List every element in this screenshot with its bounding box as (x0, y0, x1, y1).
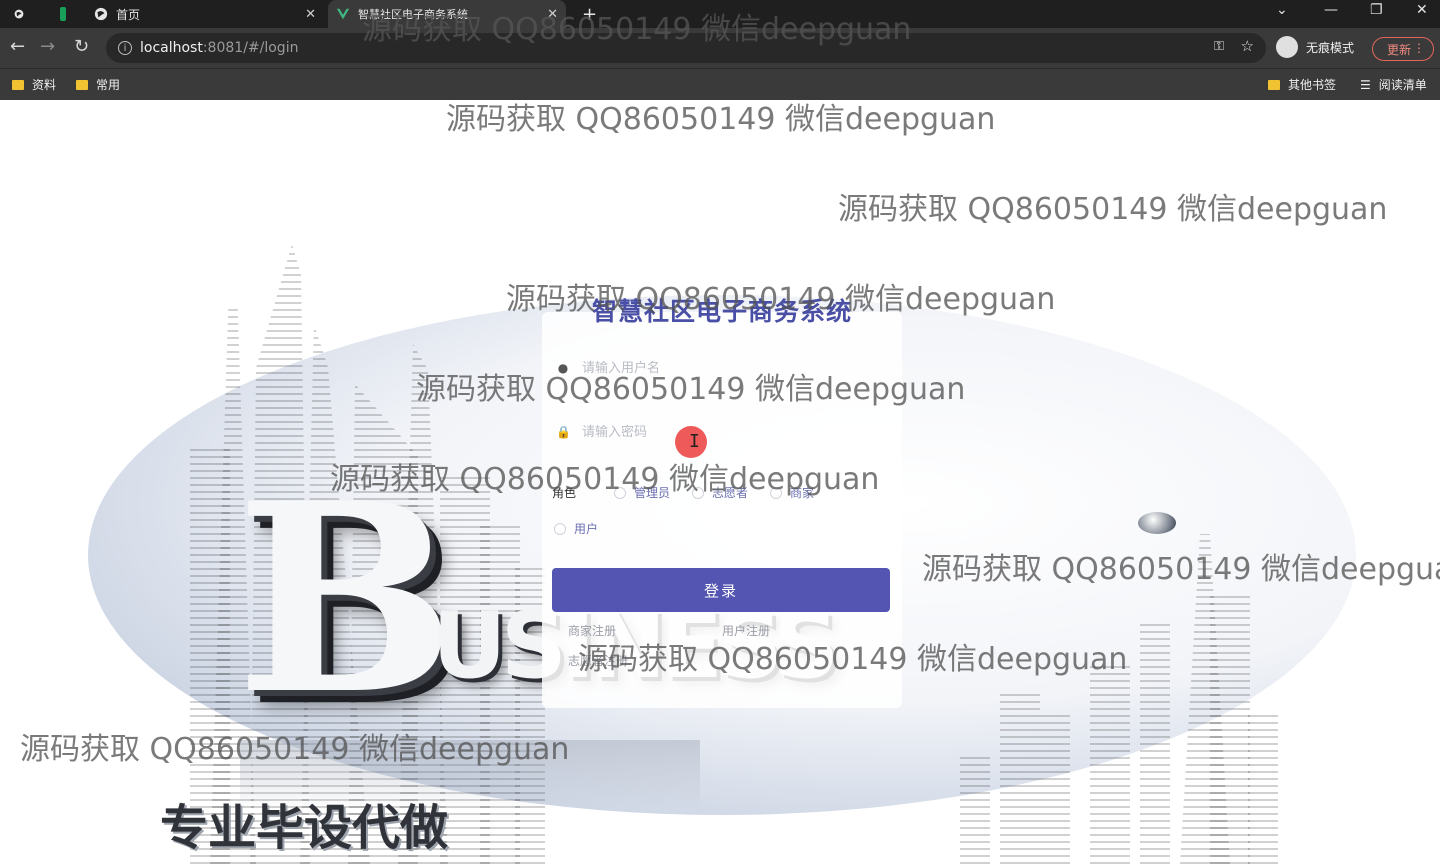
password-input[interactable] (580, 423, 864, 441)
role-option-volunteer[interactable]: 志愿者 (692, 484, 748, 501)
user-icon: ● (557, 361, 569, 375)
username-input[interactable] (580, 359, 864, 377)
url-path: :8081/#/login (202, 40, 299, 56)
forward-icon[interactable]: → (40, 36, 55, 57)
radio-icon (554, 522, 566, 535)
restore-button[interactable]: ❐ (1370, 2, 1383, 18)
volunteer-register-link[interactable]: 志愿者注册 (568, 652, 628, 669)
bookmark-label: 资料 (32, 78, 57, 92)
incognito-icon (1276, 36, 1298, 58)
radio-icon (692, 486, 704, 499)
reading-list-label: 阅读清单 (1378, 78, 1427, 92)
radio-icon (614, 486, 626, 499)
role-option-label: 志愿者 (712, 486, 749, 500)
role-option-label: 用户 (574, 522, 599, 536)
role-option-user[interactable]: 用户 (554, 520, 598, 537)
folder-icon (76, 79, 88, 90)
address-bar[interactable]: i localhost:8081/#/login ⚿ ☆ (106, 33, 1266, 63)
tab-label: 首页 (116, 7, 141, 22)
other-bookmarks[interactable]: 其他书签 (1268, 76, 1336, 93)
role-option-label: 商家 (790, 486, 815, 500)
close-icon[interactable]: ✕ (547, 7, 558, 22)
password-field[interactable]: 🔒 (556, 416, 886, 448)
info-icon[interactable]: i (118, 41, 132, 55)
reload-icon[interactable]: ↻ (74, 36, 89, 57)
new-tab-button[interactable]: + (574, 0, 602, 28)
browser-tab-bar: 首页 ✕ 智慧社区电子商务系统 ✕ + ⌄ — ❐ ✕ (0, 0, 1440, 28)
folder-icon (1268, 79, 1280, 90)
page-title: 智慧社区电子商务系统 (591, 297, 852, 326)
tab-home[interactable]: 首页 ✕ (86, 0, 324, 28)
role-label: 角色 (552, 486, 577, 500)
login-panel: 智慧社区电子商务系统 ● 🔒 角色 管理员 志愿者 商家 (542, 297, 902, 708)
role-option-merchant[interactable]: 商家 (770, 484, 814, 501)
close-window-button[interactable]: ✕ (1416, 2, 1428, 18)
incognito-indicator[interactable]: 无痕模式 (1276, 36, 1354, 58)
other-bookmarks-label: 其他书签 (1288, 78, 1337, 92)
key-icon[interactable]: ⚿ (1214, 39, 1224, 54)
text-cursor-icon: I (689, 431, 700, 452)
login-button[interactable]: 登录 (552, 568, 890, 612)
bookmark-label: 常用 (96, 78, 121, 92)
bookmark-folder[interactable]: 常用 (76, 76, 120, 93)
reading-list[interactable]: ☰ 阅读清单 (1360, 76, 1427, 93)
folder-icon (12, 79, 24, 90)
bookmarks-bar: 资料 常用 其他书签 ☰ 阅读清单 (0, 68, 1440, 100)
minimize-button[interactable]: — (1324, 2, 1338, 18)
globe-icon[interactable] (6, 0, 40, 28)
slogan-text: 专业毕设代做 (160, 800, 449, 856)
tab-login[interactable]: 智慧社区电子商务系统 ✕ (328, 0, 566, 28)
update-button[interactable]: 更新 ⋮ (1372, 37, 1434, 61)
role-option-label: 管理员 (634, 486, 671, 500)
merchant-register-link[interactable]: 商家注册 (568, 622, 616, 639)
lock-icon: 🔒 (556, 425, 571, 439)
vue-logo-icon (336, 8, 350, 20)
reading-list-icon: ☰ (1360, 77, 1371, 92)
back-icon[interactable]: ← (10, 36, 25, 57)
update-label: 更新 (1387, 42, 1412, 57)
incognito-label: 无痕模式 (1306, 40, 1355, 55)
login-page: B USINESS 专业毕设代做 智慧社区电子商务系统 ● 🔒 角色 管理员 志… (0, 100, 1440, 864)
url-host: localhost (140, 40, 203, 56)
more-menu-icon: ⋮ (1413, 41, 1425, 55)
role-option-admin[interactable]: 管理员 (614, 484, 670, 501)
bookmark-folder[interactable]: 资料 (12, 76, 56, 93)
business-letter-b: B (236, 447, 456, 752)
tab-label: 智慧社区电子商务系统 (358, 8, 468, 21)
globe-icon (94, 7, 108, 21)
user-register-link[interactable]: 用户注册 (722, 622, 770, 639)
radio-icon (770, 486, 782, 499)
chevron-down-icon[interactable]: ⌄ (1276, 2, 1288, 18)
app-tab-icon[interactable] (52, 0, 82, 28)
star-icon[interactable]: ☆ (1241, 37, 1254, 55)
close-icon[interactable]: ✕ (305, 7, 316, 22)
browser-toolbar: ← → ↻ i localhost:8081/#/login ⚿ ☆ 无痕模式 … (0, 28, 1440, 68)
username-field[interactable]: ● (556, 352, 886, 384)
